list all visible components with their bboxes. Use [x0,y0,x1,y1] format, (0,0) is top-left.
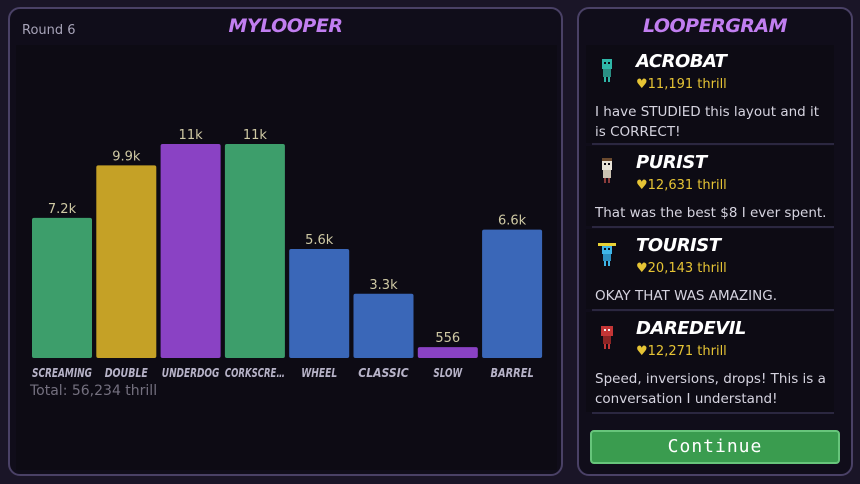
post-name: PURIST [636,152,707,173]
post-tourist: TOURIST ♥20,143 thrill OKAY THAT WAS AMA… [586,229,834,309]
bar-2 [96,165,157,358]
post-acrobat: ACROBAT ♥11,191 thrill I have STUDIED th… [586,45,834,143]
thrill-bar-chart: 7.2k SCREAMING 9.9k DOUBLE 11k UNDERDOG 11k COR… [32,128,543,380]
purist-avatar-icon [602,158,612,183]
post-text: I have STUDIED this layout and it is COR… [595,104,820,140]
bar-8 [482,229,543,358]
post-text: Speed, inversions, drops! This is a conv… [595,371,826,407]
post-divider [592,226,834,228]
continue-button[interactable]: Continue [590,430,840,464]
mylooper-panel: MYLOOPER Round 6 7.2k SCREAMING 9.9k DOUBLE… [8,7,563,476]
post-name: TOURIST [636,235,721,256]
post-divider [592,309,834,311]
post-name: DAREDEVIL [636,318,746,339]
category-label: CORKSCRE… [225,366,285,380]
total-thrill-label: Total: 56,234 thrill [30,383,158,399]
category-label: DOUBLE [105,366,149,380]
bar-value-label: 11k [179,128,204,143]
bar-3 [160,144,221,358]
post-thrill: ♥12,271 thrill [636,344,727,359]
bar-value-label: 5.6k [305,233,334,248]
post-divider [592,143,834,145]
bar-6 [353,293,414,358]
panel-title: LOOPERGRAM [642,15,788,37]
post-thrill: ♥11,191 thrill [636,77,727,92]
panel-title: MYLOOPER [228,15,343,37]
chart-area: 7.2k SCREAMING 9.9k DOUBLE 11k UNDERDOG 11k COR… [16,45,557,470]
bar-value-label: 9.9k [112,149,141,164]
category-label: BARREL [491,366,534,380]
category-label: SCREAMING [32,366,92,380]
bar-value-label: 3.3k [369,278,398,293]
acrobat-avatar-icon [602,59,612,82]
daredevil-avatar-icon [601,326,613,349]
bar-5 [289,249,350,358]
category-label: WHEEL [301,366,337,380]
post-daredevil: DAREDEVIL ♥12,271 thrill Speed, inversio… [586,312,834,412]
loopergram-panel: LOOPERGRAM ACROBAT ♥11,191 thrill I have… [577,7,853,476]
post-text: OKAY THAT WAS AMAZING. [595,288,777,304]
post-divider [592,412,834,414]
post-purist: PURIST ♥12,631 thrill That was the best … [586,146,834,226]
post-text: That was the best $8 I ever spent. [595,205,827,221]
bar-value-label: 556 [435,331,460,346]
post-thrill: ♥20,143 thrill [636,261,727,276]
tourist-avatar-icon [598,243,616,266]
post-thrill: ♥12,631 thrill [636,178,727,193]
bar-value-label: 6.6k [498,214,527,229]
category-label: UNDERDOG [162,366,220,380]
bar-value-label: 11k [243,128,268,143]
bar-4 [224,144,285,358]
post-name: ACROBAT [636,51,727,72]
round-label: Round 6 [22,23,76,38]
bar-7 [417,347,478,358]
bar-value-label: 7.2k [48,202,77,217]
category-label: SLOW [433,366,463,380]
category-label: CLASSIC [358,366,408,380]
bar-1 [32,217,92,358]
